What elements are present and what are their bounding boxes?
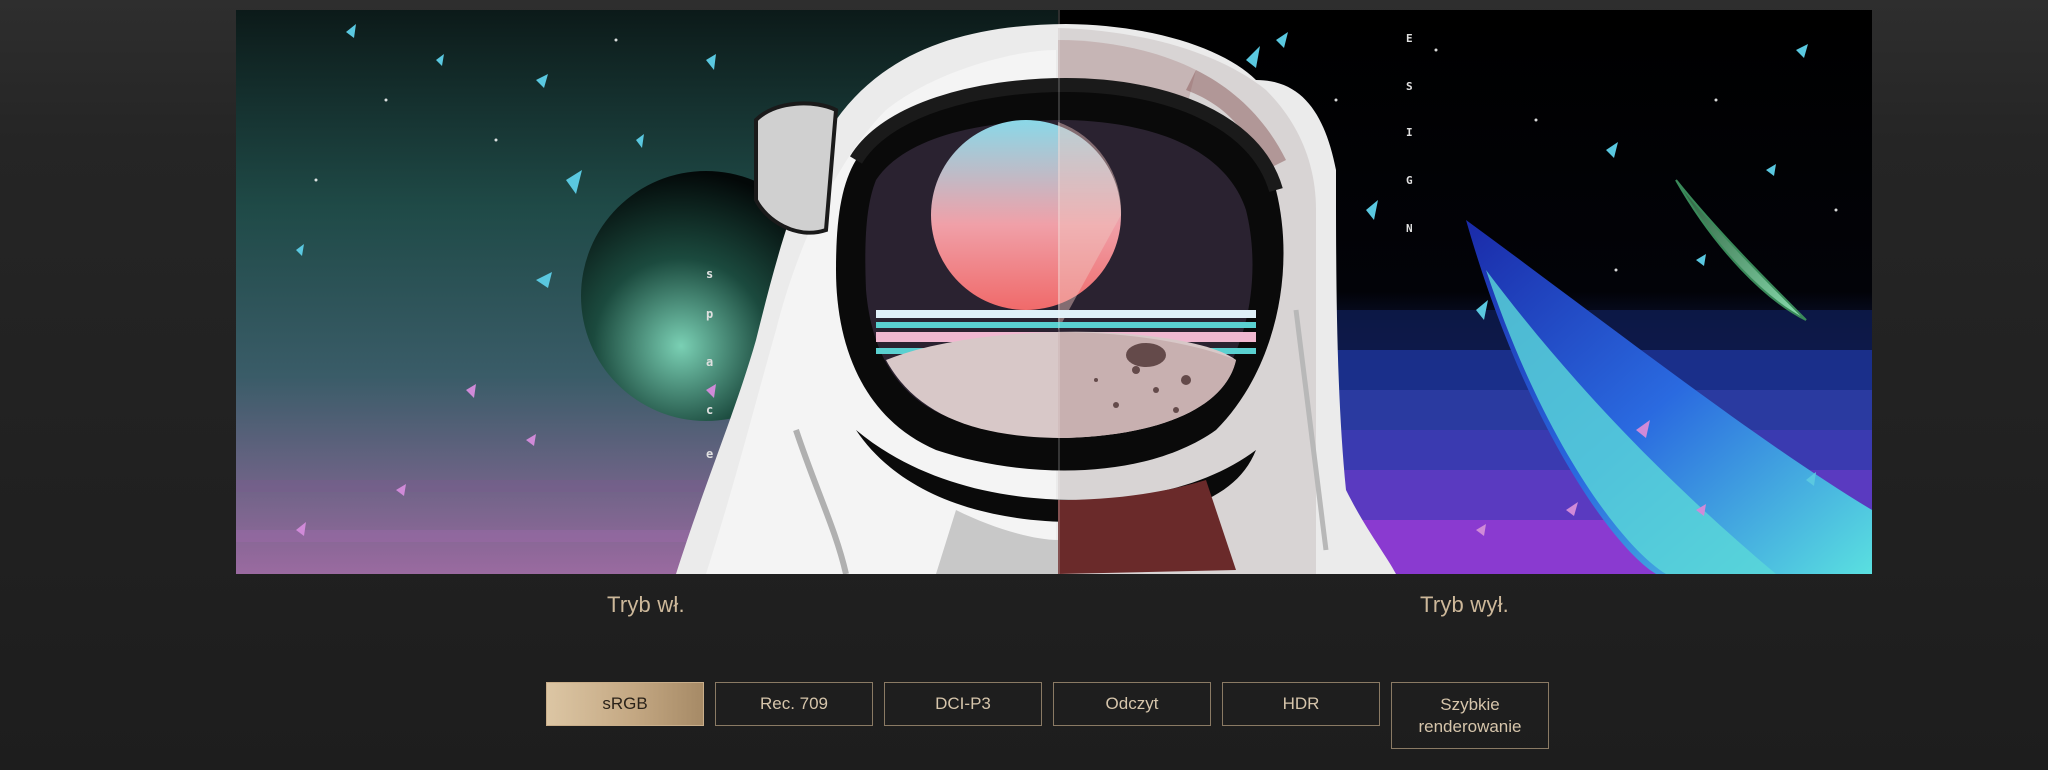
comparison-divider-handle[interactable] [1058, 10, 1060, 574]
tab-szybkie-renderowanie[interactable]: Szybkie renderowanie [1391, 682, 1549, 749]
comparison-image[interactable]: s p a c e E S I G N [236, 10, 1872, 574]
tab-dcip3[interactable]: DCI-P3 [884, 682, 1042, 726]
svg-text:N: N [1406, 222, 1413, 235]
svg-text:c: c [706, 403, 713, 417]
tab-rec709[interactable]: Rec. 709 [715, 682, 873, 726]
mode-off-label: Tryb wył. [1420, 592, 1509, 617]
svg-text:e: e [706, 447, 713, 461]
svg-text:I: I [1406, 126, 1413, 139]
svg-text:s: s [706, 267, 713, 281]
astronaut-artwork: s p a c e E S I G N [236, 10, 1872, 574]
svg-text:a: a [706, 355, 713, 369]
tab-szybkie-renderowanie-label: Szybkie renderowanie [1418, 694, 1522, 736]
mode-on-label: Tryb wł. [607, 592, 685, 617]
tab-rec709-label: Rec. 709 [759, 694, 829, 713]
tab-srgb-label: sRGB [602, 694, 648, 713]
color-mode-tabs: sRGB Rec. 709 DCI-P3 Odczyt HDR Szybkie … [546, 682, 1549, 749]
tab-srgb[interactable]: sRGB [546, 682, 704, 726]
tab-dcip3-label: DCI-P3 [935, 694, 991, 713]
tab-odczyt-label: Odczyt [1105, 694, 1159, 713]
svg-text:G: G [1406, 174, 1413, 187]
svg-text:p: p [706, 307, 713, 321]
svg-text:E: E [1406, 32, 1413, 45]
svg-text:S: S [1406, 80, 1413, 93]
tab-hdr-label: HDR [1282, 694, 1320, 713]
tab-hdr[interactable]: HDR [1222, 682, 1380, 726]
page: s p a c e E S I G N Tryb wł. Tryb wył. s… [0, 0, 2048, 770]
tab-odczyt[interactable]: Odczyt [1053, 682, 1211, 726]
